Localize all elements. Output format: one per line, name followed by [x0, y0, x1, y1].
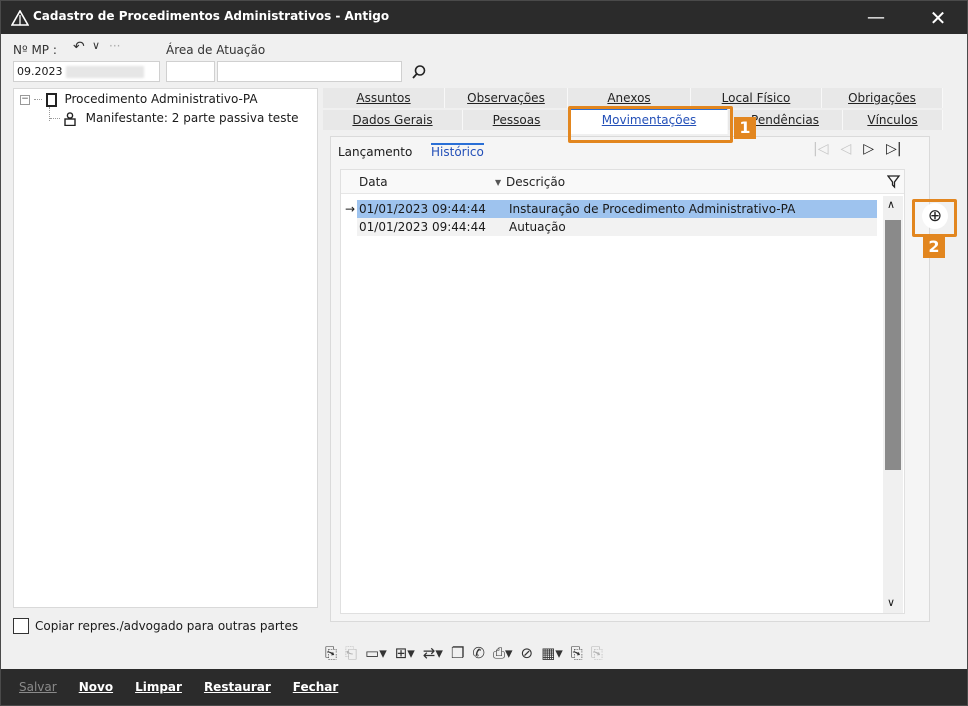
- calendar-icon[interactable]: ▦▾: [541, 644, 563, 662]
- title-bar: Cadastro de Procedimentos Administrativo…: [1, 1, 967, 34]
- mp-label: Nº MP :: [13, 43, 57, 57]
- subtab-historico[interactable]: Histórico: [431, 143, 484, 159]
- history-grid: Data ▼ Descrição → 01/01/2023 09:44:44 I…: [340, 169, 905, 614]
- table-row[interactable]: → 01/01/2023 09:44:44 Instauração de Pro…: [341, 200, 882, 218]
- search-icon[interactable]: [411, 64, 427, 80]
- tree-root-label: Procedimento Administrativo-PA: [64, 92, 258, 106]
- undo-icon[interactable]: ↶: [73, 39, 85, 55]
- tab-assuntos[interactable]: Assuntos: [323, 88, 445, 108]
- callout-1-number: 1: [734, 117, 756, 139]
- grid-header: Data ▼ Descrição: [341, 170, 904, 194]
- mp-input[interactable]: 09.2023: [13, 61, 160, 82]
- next-record-icon[interactable]: ▷: [863, 141, 874, 163]
- column-descricao[interactable]: Descrição: [506, 175, 565, 189]
- tab-local-fisico[interactable]: Local Físico: [691, 88, 822, 108]
- filter-icon[interactable]: [886, 175, 901, 192]
- more-icon[interactable]: ···: [109, 39, 120, 53]
- transfer-icon[interactable]: ⇄▾: [423, 644, 443, 662]
- subtab-lancamento[interactable]: Lançamento: [338, 145, 412, 159]
- first-record-icon[interactable]: |◁: [813, 141, 828, 163]
- main-window: Cadastro de Procedimentos Administrativo…: [0, 0, 968, 706]
- tab-dados-gerais[interactable]: Dados Gerais: [323, 110, 463, 130]
- window-title: Cadastro de Procedimentos Administrativo…: [33, 9, 390, 23]
- folder-icon[interactable]: ▭▾: [365, 644, 387, 662]
- person-icon: [64, 111, 76, 126]
- copy-checkbox-label: Copiar repres./advogado para outras part…: [35, 619, 299, 633]
- new-button[interactable]: Novo: [79, 680, 113, 694]
- last-record-icon[interactable]: ▷|: [886, 141, 901, 163]
- check-circle-icon[interactable]: ⊘: [521, 644, 534, 662]
- callout-2-box: [912, 199, 957, 237]
- area-name-input[interactable]: [217, 61, 402, 82]
- cell-date: 01/01/2023 09:44:44: [359, 202, 486, 216]
- copy-checkbox[interactable]: [13, 618, 29, 634]
- hierarchy-icon[interactable]: ⊞▾: [395, 644, 415, 662]
- row-pointer-icon: →: [344, 202, 355, 216]
- tree-root[interactable]: − Procedimento Administrativo-PA: [20, 92, 258, 112]
- document-edit-icon: ⎘: [590, 644, 603, 662]
- tree-child[interactable]: Manifestante: 2 parte passiva teste: [50, 111, 299, 131]
- table-row[interactable]: 01/01/2023 09:44:44 Autuação: [341, 218, 882, 236]
- print-icon[interactable]: ⎙▾: [493, 644, 513, 662]
- new-document-icon[interactable]: ⎘: [325, 644, 337, 662]
- tab-vinculos[interactable]: Vínculos: [843, 110, 943, 130]
- tree-child-label: Manifestante: 2 parte passiva teste: [85, 111, 299, 125]
- copy-representative-option[interactable]: Copiar repres./advogado para outras part…: [13, 617, 298, 635]
- phone-icon[interactable]: ✆: [472, 644, 485, 662]
- mp-value: 09.2023: [17, 65, 63, 78]
- redacted-value: [66, 66, 144, 78]
- callout-2-number: 2: [923, 236, 945, 258]
- tab-observacoes[interactable]: Observações: [445, 88, 568, 108]
- copy-document-icon: ⎗: [345, 644, 358, 662]
- app-logo-icon: [11, 10, 29, 26]
- save-button[interactable]: Salvar: [19, 680, 57, 694]
- tab-obrigacoes[interactable]: Obrigações: [822, 88, 943, 108]
- bottom-action-bar: Salvar Novo Limpar Restaurar Fechar: [1, 669, 967, 705]
- close-form-button[interactable]: Fechar: [293, 680, 339, 694]
- column-data[interactable]: Data: [359, 175, 388, 189]
- tab-anexos[interactable]: Anexos: [568, 88, 691, 108]
- collapse-icon[interactable]: −: [20, 94, 30, 105]
- sort-desc-icon: ▼: [495, 178, 502, 187]
- previous-record-icon[interactable]: ◁: [840, 141, 851, 163]
- cell-date: 01/01/2023 09:44:44: [359, 220, 486, 234]
- cell-description: Autuação: [509, 220, 566, 234]
- area-label: Área de Atuação: [166, 43, 266, 57]
- minimize-button[interactable]: —: [853, 1, 899, 34]
- scroll-down-icon[interactable]: ∨: [887, 596, 895, 609]
- clear-button[interactable]: Limpar: [135, 680, 182, 694]
- cell-description: Instauração de Procedimento Administrati…: [509, 202, 796, 216]
- area-code-input[interactable]: [166, 61, 215, 82]
- restore-button[interactable]: Restaurar: [204, 680, 271, 694]
- documents-icon[interactable]: ❐: [451, 644, 464, 662]
- close-button[interactable]: ✕: [915, 1, 961, 34]
- scroll-thumb[interactable]: [885, 220, 901, 470]
- action-toolbar: ⎘ ⎗ ▭▾ ⊞▾ ⇄▾ ❐ ✆ ⎙▾ ⊘ ▦▾ ⎘ ⎘: [325, 641, 603, 665]
- document-text-icon[interactable]: ⎘: [571, 644, 583, 662]
- record-navigator: |◁ ◁ ▷ ▷|: [813, 141, 902, 163]
- scroll-up-icon[interactable]: ∧: [887, 198, 895, 211]
- document-icon: [45, 92, 57, 107]
- party-tree: − Procedimento Administrativo-PA Manifes…: [13, 88, 318, 608]
- tab-pessoas[interactable]: Pessoas: [463, 110, 571, 130]
- callout-1-box: [568, 106, 733, 143]
- chevron-down-icon[interactable]: ∨: [92, 39, 100, 52]
- vertical-scrollbar[interactable]: ∧ ∨: [883, 196, 903, 613]
